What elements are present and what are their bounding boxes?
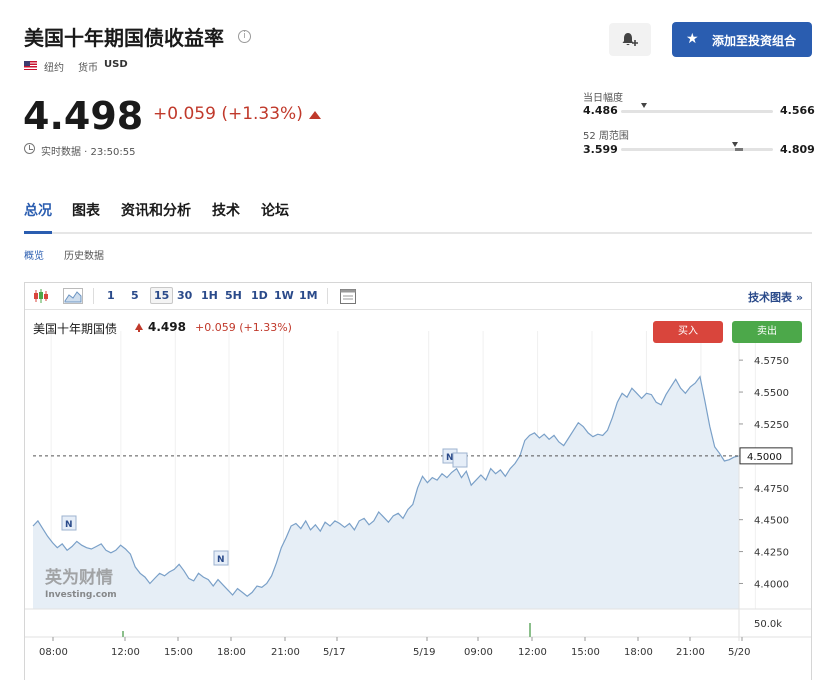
interval-1[interactable]: 1 [107, 289, 115, 302]
bell-plus-icon [622, 33, 638, 46]
active-tab-underline [24, 231, 52, 234]
up-arrow-icon [309, 111, 321, 119]
legend-change: +0.059 (+1.33%) [195, 321, 292, 334]
current-price-label: 4.5000 [747, 452, 782, 463]
news-marker-label: N [65, 520, 73, 530]
x-tick-label: 5/17 [323, 647, 345, 658]
news-marker[interactable] [452, 452, 468, 468]
toolbar-separator [327, 288, 328, 304]
x-tick-label: 09:00 [464, 647, 493, 658]
y-tick-label: 4.5500 [754, 388, 789, 399]
interval-5[interactable]: 5 [131, 289, 139, 302]
last-price: 4.498 [23, 94, 144, 138]
us-flag-icon [24, 61, 37, 70]
day-range-label: 当日幅度 [583, 93, 623, 104]
volume-scale-label: 50.0k [754, 619, 782, 630]
sell-button[interactable]: 卖出 [732, 321, 802, 343]
currency-value: USD [104, 59, 128, 70]
price-chart[interactable]: 4.5750 4.5500 4.5250 4.5000 4.4750 4.4500 4.42… [25, 311, 811, 680]
day-range-low: 4.486 [583, 104, 618, 117]
week52-range-low: 3.599 [583, 143, 618, 156]
realtime-timestamp: 实时数据 · 23:50:55 [41, 147, 136, 158]
currency-label: 货币 [78, 63, 98, 74]
add-to-watchlist-label: 添加至投资组合 [712, 34, 797, 48]
clock-icon [24, 143, 35, 154]
star-icon: ★ [686, 31, 699, 47]
week52-range-track [621, 148, 773, 151]
x-tick-label: 21:00 [676, 647, 705, 658]
interval-1d[interactable]: 1D [251, 289, 268, 302]
week52-range-fill [734, 148, 743, 151]
volume-bar [529, 623, 531, 637]
news-marker-label: N [446, 453, 454, 463]
price-area-fill [33, 376, 739, 609]
investing-watermark: 英为财情 [45, 567, 113, 588]
x-tick-label: 12:00 [111, 647, 140, 658]
x-tick-label: 08:00 [39, 647, 68, 658]
y-tick-label: 4.4500 [754, 516, 789, 527]
subtab-overview[interactable]: 概览 [24, 247, 44, 262]
chart-toolbar: 1 5 15 30 1H 5H 1D 1W 1M 技术图表 » [25, 283, 811, 310]
x-tick-label: 18:00 [624, 647, 653, 658]
y-tick-label: 4.4750 [754, 484, 789, 495]
tab-technical[interactable]: 技术 [212, 200, 240, 220]
interval-30[interactable]: 30 [177, 289, 192, 302]
tab-overview[interactable]: 总况 [24, 200, 52, 220]
interval-1w[interactable]: 1W [274, 289, 294, 302]
x-tick-label: 18:00 [217, 647, 246, 658]
news-marker-label: N [217, 555, 225, 565]
week52-range-high: 4.809 [780, 143, 815, 156]
tab-forum[interactable]: 论坛 [261, 200, 289, 220]
calendar-icon[interactable] [339, 287, 357, 305]
x-tick-label: 5/20 [728, 647, 750, 658]
y-tick-label: 4.4000 [754, 579, 789, 590]
legend-price: 4.498 [148, 320, 186, 334]
area-chart-icon[interactable] [63, 287, 83, 305]
volume-bar [122, 631, 124, 637]
page-title: 美国十年期国债收益率 [24, 26, 224, 50]
day-range-marker [640, 103, 647, 108]
toolbar-separator [93, 288, 94, 304]
investing-watermark-en: Investing.com [45, 590, 117, 600]
tech-chart-link[interactable]: 技术图表 » [748, 289, 803, 305]
y-tick-label: 4.5750 [754, 356, 789, 367]
x-tick-label: 15:00 [571, 647, 600, 658]
interval-1m[interactable]: 1M [299, 289, 318, 302]
week52-range-marker [731, 142, 738, 147]
x-tick-label: 5/19 [413, 647, 435, 658]
info-icon[interactable]: i [238, 30, 251, 43]
day-range-high: 4.566 [780, 104, 815, 117]
interval-1h[interactable]: 1H [201, 289, 218, 302]
price-alert-button[interactable] [609, 23, 651, 56]
y-tick-label: 4.4250 [754, 548, 789, 559]
exchange-label: 纽约 [44, 63, 64, 74]
subtab-historical-data[interactable]: 历史数据 [64, 247, 104, 262]
candlestick-icon[interactable] [33, 287, 49, 305]
x-tick-label: 21:00 [271, 647, 300, 658]
tab-news-analysis[interactable]: 资讯和分析 [121, 200, 191, 220]
buy-button[interactable]: 买入 [653, 321, 723, 343]
price-change: +0.059 (+1.33%) [153, 104, 303, 124]
legend-instrument-name: 美国十年期国债 [33, 322, 118, 336]
week52-range-label: 52 周范围 [583, 131, 629, 142]
x-tick-label: 15:00 [164, 647, 193, 658]
main-nav: 总况 图表 资讯和分析 技术 论坛 [24, 200, 812, 234]
tab-chart[interactable]: 图表 [72, 200, 100, 220]
y-tick-label: 4.5250 [754, 420, 789, 431]
x-tick-label: 12:00 [518, 647, 547, 658]
day-range-track [621, 110, 773, 113]
chart-widget: 1 5 15 30 1H 5H 1D 1W 1M 技术图表 » 4.5750 4.… [24, 282, 812, 680]
legend-up-arrow-icon [135, 323, 143, 332]
interval-5h[interactable]: 5H [225, 289, 242, 302]
add-to-watchlist-button[interactable]: ★ 添加至投资组合 [672, 22, 812, 57]
interval-15[interactable]: 15 [150, 287, 174, 304]
